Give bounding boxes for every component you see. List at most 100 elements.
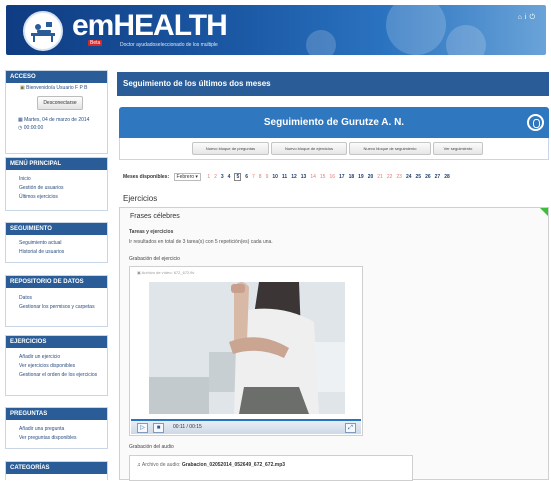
sidebar-item-exercise-order[interactable]: Gestionar el orden de los ejercicios bbox=[6, 371, 107, 380]
section-title: Ejercicios bbox=[123, 194, 158, 203]
tests-text: Ir resultados en total de 3 tarea(s) con… bbox=[129, 239, 273, 245]
date-line: ▦ Martes, 04 de marzo de 2014 bbox=[18, 117, 90, 123]
patient-name: Seguimiento de Gurutze A. N. bbox=[263, 117, 405, 128]
sidebar-item-add-question[interactable]: Añadir una pregunta bbox=[6, 425, 107, 434]
sidebar-item-available-questions[interactable]: Ver preguntas disponibles bbox=[6, 434, 107, 443]
sidebar-item-available-exercises[interactable]: Ver ejercicios disponibles bbox=[6, 362, 107, 371]
sidebar-item-add-exercise[interactable]: Añadir un ejercicio bbox=[6, 353, 107, 362]
audio-label: Grabación del audio bbox=[129, 444, 174, 450]
beta-badge: Beta bbox=[88, 40, 103, 46]
day-pagination: 1 2 3 4 5 6 7 8 9 10 11 12 13 14 15 16 17 18 19 20 21 22 23 24 2… bbox=[205, 173, 451, 181]
exercise-panel: Frases célebres Tareas y ejercicios Ir r… bbox=[119, 207, 549, 481]
sidebar-categories: CATEGORÍAS bbox=[5, 461, 108, 480]
day-page-link[interactable]: 27 bbox=[435, 174, 441, 180]
day-page-link[interactable]: 12 bbox=[291, 174, 297, 180]
sidebar-data-repository: REPOSITORIO DE DATOS Datos Gestionar los… bbox=[5, 275, 108, 327]
day-page-link[interactable]: 19 bbox=[358, 174, 364, 180]
video-label: Grabación del ejercicio bbox=[129, 256, 180, 262]
logo[interactable] bbox=[23, 11, 63, 51]
video-time: 00:11 / 00:15 bbox=[173, 424, 202, 430]
sidebar-main-menu: MENÚ PRINCIPAL Inicio Gestión de usuario… bbox=[5, 157, 108, 211]
user-icon: ▣ bbox=[20, 85, 25, 91]
day-page-link[interactable]: 14 bbox=[310, 174, 316, 180]
header-icons[interactable]: ⌂i⏻ bbox=[518, 14, 538, 22]
site-header: emHEALTH Beta Doctor ayudadoseleccionado… bbox=[6, 5, 546, 55]
month-select[interactable]: Febrero ▾ bbox=[173, 173, 201, 181]
sidebar-item-inicio[interactable]: Inicio bbox=[6, 175, 107, 184]
day-page-link[interactable]: 26 bbox=[425, 174, 431, 180]
action-button-row: Nuevo bloque de preguntas Nuevo bloque d… bbox=[119, 138, 549, 160]
day-page-link[interactable]: 17 bbox=[339, 174, 345, 180]
sidebar-item-users[interactable]: Gestión de usuarios bbox=[6, 184, 107, 193]
sidebar-heading: PREGUNTAS bbox=[6, 408, 107, 420]
sidebar-heading: ACCESO bbox=[6, 71, 107, 83]
patient-logo-icon bbox=[31, 22, 55, 42]
day-page-link[interactable]: 16 bbox=[329, 174, 335, 180]
brand-name: emHEALTH bbox=[72, 9, 228, 42]
video-controls: ▷ ■ 00:11 / 00:15 ⤢ bbox=[131, 419, 361, 434]
day-page-link[interactable]: 1 bbox=[207, 174, 210, 180]
stop-icon[interactable]: ■ bbox=[153, 423, 164, 433]
view-tracking-button[interactable]: Ver seguimiento bbox=[433, 142, 483, 155]
video-file-icon: ▣ bbox=[137, 270, 141, 275]
day-page-link[interactable]: 13 bbox=[301, 174, 307, 180]
day-page-link[interactable]: 9 bbox=[266, 174, 269, 180]
audio-file-line: ♫ Archivo de audio: Grabacion_02052014_0… bbox=[137, 462, 286, 468]
new-tracking-block-button[interactable]: Nuevo bloque de seguimiento bbox=[349, 142, 431, 155]
day-page-link[interactable]: 11 bbox=[282, 174, 287, 180]
header-decoration bbox=[306, 30, 336, 55]
page-title: Seguimiento de los últimos dos meses bbox=[117, 72, 549, 96]
day-page-link[interactable]: 23 bbox=[396, 174, 402, 180]
audio-player: ♫ Archivo de audio: Grabacion_02052014_0… bbox=[129, 455, 413, 481]
sidebar-heading: CATEGORÍAS bbox=[6, 462, 107, 474]
video-frame[interactable] bbox=[149, 282, 345, 414]
sidebar-item-last-exercises[interactable]: Últimos ejercicios bbox=[6, 193, 107, 202]
day-page-link[interactable]: 24 bbox=[406, 174, 412, 180]
sidebar-tracking: SEGUIMIENTO Seguimiento actual Historial… bbox=[5, 222, 108, 263]
day-page-link[interactable]: 8 bbox=[259, 174, 262, 180]
day-page-link[interactable]: 15 bbox=[320, 174, 326, 180]
new-question-block-button[interactable]: Nuevo bloque de preguntas bbox=[192, 142, 269, 155]
home-icon[interactable]: ⌂ bbox=[518, 14, 525, 21]
day-page-link[interactable]: 28 bbox=[444, 174, 450, 180]
sidebar-heading: EJERCICIOS bbox=[6, 336, 107, 348]
day-page-link[interactable]: 20 bbox=[368, 174, 374, 180]
audio-file-name[interactable]: Grabacion_02052014_052649_672_672.mp3 bbox=[182, 462, 285, 468]
fullscreen-icon[interactable]: ⤢ bbox=[345, 423, 356, 433]
video-still-image bbox=[149, 282, 345, 414]
emhealth-ring-icon bbox=[527, 114, 544, 131]
day-page-link[interactable]: 21 bbox=[377, 174, 383, 180]
exit-icon[interactable]: ⏻ bbox=[529, 14, 538, 21]
header-decoration bbox=[446, 25, 486, 55]
sidebar-heading: SEGUIMIENTO bbox=[6, 223, 107, 235]
day-page-link[interactable]: 5 bbox=[234, 173, 242, 181]
day-page-link[interactable]: 25 bbox=[416, 174, 422, 180]
sidebar-item-current-tracking[interactable]: Seguimiento actual bbox=[6, 239, 107, 248]
day-page-link[interactable]: 10 bbox=[272, 174, 278, 180]
header-decoration bbox=[386, 5, 446, 55]
clock-icon: ◷ bbox=[18, 125, 23, 131]
status-corner-icon bbox=[540, 208, 548, 216]
day-page-link[interactable]: 4 bbox=[228, 174, 231, 180]
day-page-link[interactable]: 2 bbox=[214, 174, 217, 180]
day-page-link[interactable]: 6 bbox=[245, 174, 248, 180]
sidebar-questions: PREGUNTAS Añadir una pregunta Ver pregun… bbox=[5, 407, 108, 449]
video-player: ▣ Archivo de vídeo: 672_672.flv ▷ ■ 00:1… bbox=[129, 266, 363, 436]
sidebar-access-panel: ACCESO ▣ Bienvenido/a Usuario F P B Desc… bbox=[5, 70, 108, 154]
day-page-link[interactable]: 3 bbox=[221, 174, 224, 180]
play-icon[interactable]: ▷ bbox=[137, 423, 148, 433]
calendar-icon: ▦ bbox=[18, 117, 23, 123]
sidebar-item-user-history[interactable]: Historial de usuarios bbox=[6, 248, 107, 257]
new-exercise-block-button[interactable]: Nuevo bloque de ejercicios bbox=[271, 142, 347, 155]
patient-banner: Seguimiento de Gurutze A. N. bbox=[119, 107, 549, 138]
logout-button[interactable]: Desconectarse bbox=[37, 96, 83, 110]
welcome-text: ▣ Bienvenido/a Usuario F P B bbox=[20, 85, 88, 91]
sidebar-heading: MENÚ PRINCIPAL bbox=[6, 158, 107, 170]
day-page-link[interactable]: 22 bbox=[387, 174, 393, 180]
day-page-link[interactable]: 18 bbox=[349, 174, 355, 180]
month-selector-row: Meses disponibles: Febrero ▾ 1 2 3 4 5 6 7 8 9 10… bbox=[123, 173, 452, 181]
day-page-link[interactable]: 7 bbox=[252, 174, 255, 180]
sidebar-item-data[interactable]: Datos bbox=[6, 294, 107, 303]
time-line: ◷ 00:00:00 bbox=[18, 125, 44, 131]
sidebar-item-permissions[interactable]: Gestionar los permisos y carpetas bbox=[6, 303, 107, 312]
